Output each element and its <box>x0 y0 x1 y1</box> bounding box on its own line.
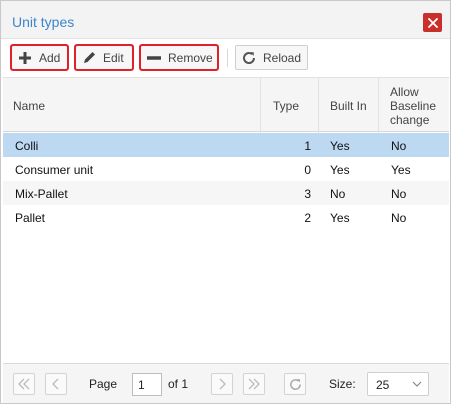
table-row[interactable]: Consumer unit 0 Yes Yes <box>3 157 449 181</box>
close-icon <box>427 17 438 28</box>
next-page-button[interactable] <box>211 373 233 395</box>
chevron-down-icon <box>412 381 422 387</box>
refresh-icon <box>241 50 257 66</box>
page-size-label: Size: <box>329 377 356 391</box>
column-header-built-in[interactable]: Built In <box>319 78 379 133</box>
chevron-left-icon <box>52 378 59 390</box>
close-button[interactable] <box>423 13 442 32</box>
remove-button-label: Remove <box>168 50 213 65</box>
last-page-button[interactable] <box>243 373 265 395</box>
edit-button[interactable]: Edit <box>74 44 134 71</box>
toolbar-divider <box>227 49 228 67</box>
page-label: Page <box>89 377 118 391</box>
pagination-bar: Page of 1 Size: 25 <box>3 363 449 403</box>
remove-button[interactable]: Remove <box>139 44 219 71</box>
add-button[interactable]: Add <box>10 44 69 71</box>
toolbar: Add Edit Remove Reload <box>1 39 450 77</box>
double-chevron-left-icon <box>18 378 30 390</box>
unit-types-dialog: Unit types Add Edit Remove Reload Name T… <box>0 0 451 404</box>
pencil-icon <box>81 50 97 66</box>
table-row[interactable]: Pallet 2 Yes No <box>3 205 449 229</box>
page-size-select[interactable]: 25 <box>367 372 429 396</box>
column-header-name[interactable]: Name <box>3 78 261 133</box>
add-button-label: Add <box>39 50 61 65</box>
chevron-right-icon <box>219 378 226 390</box>
edit-button-label: Edit <box>103 50 124 65</box>
dialog-title: Unit types <box>12 14 75 30</box>
table-row[interactable]: Colli 1 Yes No <box>3 133 449 157</box>
reload-button[interactable]: Reload <box>235 45 308 70</box>
page-count-label: of 1 <box>168 377 189 391</box>
double-chevron-right-icon <box>248 378 260 390</box>
page-size-value: 25 <box>376 378 390 392</box>
plus-icon <box>17 50 33 66</box>
grid-header: Name Type Built In Allow Baseline change <box>3 77 449 133</box>
page-number-input[interactable] <box>132 373 162 396</box>
refresh-page-button[interactable] <box>284 373 306 395</box>
previous-page-button[interactable] <box>45 373 67 395</box>
table-row[interactable]: Mix-Pallet 3 No No <box>3 181 449 205</box>
refresh-icon <box>289 378 301 390</box>
reload-button-label: Reload <box>263 50 302 65</box>
minus-icon <box>146 50 162 66</box>
first-page-button[interactable] <box>13 373 35 395</box>
dialog-titlebar: Unit types <box>1 1 450 39</box>
grid-body: Colli 1 Yes No Consumer unit 0 Yes Yes M… <box>3 133 449 229</box>
column-header-type[interactable]: Type <box>261 78 319 133</box>
column-header-allow-baseline-change[interactable]: Allow Baseline change <box>379 78 449 133</box>
